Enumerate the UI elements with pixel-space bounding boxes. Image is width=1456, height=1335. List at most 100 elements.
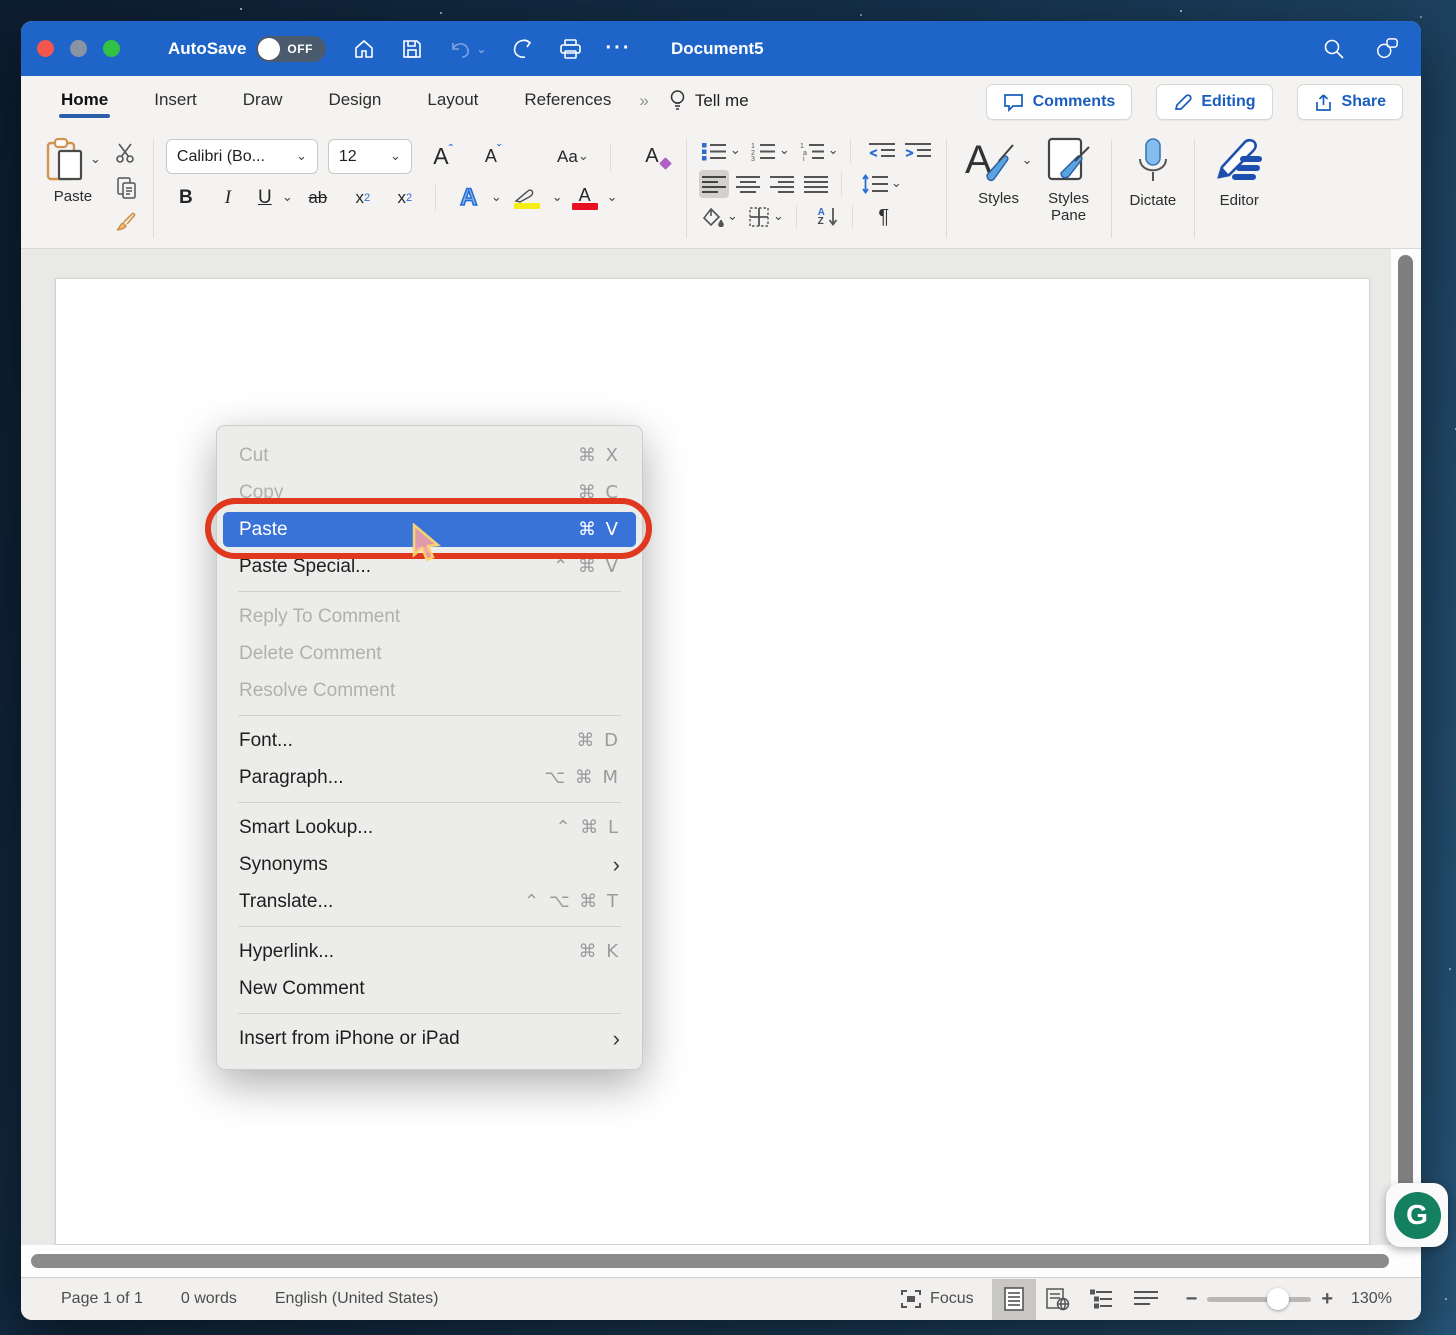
zoom-out-button[interactable]: −: [1186, 1288, 1198, 1311]
minimize-button[interactable]: [70, 40, 87, 57]
menu-item-synonyms[interactable]: Synonyms›: [217, 846, 642, 883]
tab-layout[interactable]: Layout: [427, 80, 478, 122]
menu-item-smart-lookup[interactable]: Smart Lookup...⌃ ⌘ L: [217, 809, 642, 846]
bullets-button[interactable]: ⌄: [699, 137, 744, 165]
copy-icon[interactable]: [113, 176, 139, 200]
account-presence-icon[interactable]: [1375, 37, 1399, 61]
shrink-font-button[interactable]: Aˇ: [474, 142, 512, 172]
paste-button[interactable]: ⌄ Paste: [39, 135, 107, 242]
highlight-chevron-icon[interactable]: ⌄: [552, 193, 563, 203]
menu-item-paragraph[interactable]: Paragraph...⌥ ⌘ M: [217, 759, 642, 796]
tab-home[interactable]: Home: [61, 80, 108, 122]
clear-formatting-button[interactable]: A: [630, 142, 674, 172]
menu-item-translate[interactable]: Translate...⌃ ⌥ ⌘ T: [217, 883, 642, 920]
undo-icon[interactable]: [448, 37, 472, 61]
italic-button[interactable]: I: [208, 183, 248, 213]
editor-button[interactable]: Editor: [1207, 135, 1271, 242]
word-count[interactable]: 0 words: [181, 1290, 237, 1308]
bold-button[interactable]: B: [166, 183, 206, 213]
close-button[interactable]: [37, 40, 54, 57]
font-name-select[interactable]: Calibri (Bo... ⌄: [166, 139, 318, 174]
comments-button[interactable]: Comments: [986, 84, 1133, 120]
grammarly-badge[interactable]: G: [1386, 1183, 1448, 1247]
share-button[interactable]: Share: [1297, 84, 1403, 120]
menu-separator: [238, 591, 621, 592]
underline-button[interactable]: U: [250, 183, 280, 213]
change-case-button[interactable]: Aa ⌄: [546, 142, 600, 172]
lightbulb-icon: [669, 89, 686, 112]
highlight-button[interactable]: [504, 183, 550, 213]
editing-mode-button[interactable]: Editing: [1156, 84, 1272, 120]
horizontal-scrollbar[interactable]: [31, 1254, 1389, 1268]
text-effects-chevron-icon[interactable]: ⌄: [491, 193, 502, 203]
line-spacing-chevron-icon: ⌄: [891, 179, 902, 189]
print-layout-icon: [1004, 1287, 1024, 1311]
draft-view-button[interactable]: [1124, 1279, 1168, 1320]
horizontal-scroll-track[interactable]: [21, 1245, 1421, 1277]
zoom-slider-knob[interactable]: [1267, 1288, 1289, 1310]
cut-icon[interactable]: [113, 141, 139, 165]
vertical-scroll-track[interactable]: [1391, 249, 1421, 1245]
menu-item-font[interactable]: Font...⌘ D: [217, 722, 642, 759]
grow-font-button[interactable]: Aˆ: [422, 142, 464, 172]
increase-indent-button[interactable]: [902, 137, 934, 165]
styles-pane-button[interactable]: StylesPane: [1039, 135, 1099, 242]
zoom-in-button[interactable]: +: [1321, 1288, 1333, 1311]
font-size-select[interactable]: 12 ⌄: [328, 139, 412, 174]
tab-overflow-chevron-icon[interactable]: »: [639, 91, 646, 111]
font-color-chevron-icon[interactable]: ⌄: [607, 193, 618, 203]
font-color-button[interactable]: A: [565, 183, 605, 213]
tab-draw[interactable]: Draw: [243, 80, 283, 122]
web-layout-view-button[interactable]: [1036, 1279, 1080, 1320]
tab-insert[interactable]: Insert: [154, 80, 197, 122]
zoom-slider[interactable]: [1207, 1297, 1311, 1302]
outline-view-button[interactable]: [1080, 1279, 1124, 1320]
save-icon[interactable]: [400, 37, 424, 61]
line-spacing-button[interactable]: ⌄: [859, 170, 905, 198]
focus-button[interactable]: Focus: [901, 1290, 974, 1308]
menu-item-hyperlink[interactable]: Hyperlink...⌘ K: [217, 933, 642, 970]
numbering-button[interactable]: 123 ⌄: [748, 137, 793, 165]
menu-item-insert-from-iphone-or-ipad[interactable]: Insert from iPhone or iPad›: [217, 1020, 642, 1057]
numbered-list-icon: 123: [751, 142, 776, 161]
font-name-chevron-icon: ⌄: [296, 152, 307, 162]
more-commands-icon[interactable]: ···: [606, 37, 630, 61]
search-icon[interactable]: [1321, 37, 1345, 61]
sort-button[interactable]: AZ: [813, 203, 843, 231]
strikethrough-button[interactable]: ab: [295, 183, 341, 213]
home-icon[interactable]: [352, 37, 376, 61]
multilevel-list-button[interactable]: 1ai ⌄: [797, 137, 842, 165]
print-icon[interactable]: [558, 37, 582, 61]
redo-icon[interactable]: [510, 37, 534, 61]
decrease-indent-button[interactable]: [866, 137, 898, 165]
align-right-button[interactable]: [767, 170, 797, 198]
page-count[interactable]: Page 1 of 1: [61, 1290, 143, 1308]
show-formatting-marks-button[interactable]: ¶: [869, 203, 899, 231]
eraser-icon: [659, 157, 672, 170]
underline-chevron-icon[interactable]: ⌄: [282, 193, 293, 203]
tab-references[interactable]: References: [524, 80, 611, 122]
print-layout-view-button[interactable]: [992, 1279, 1036, 1320]
language-indicator[interactable]: English (United States): [275, 1290, 439, 1308]
tell-me-button[interactable]: Tell me: [669, 89, 749, 112]
styles-button[interactable]: A ⌄ Styles: [959, 135, 1039, 242]
autosave-toggle[interactable]: OFF: [256, 36, 326, 62]
undo-menu-chevron-icon[interactable]: ⌄: [476, 42, 486, 56]
tab-design[interactable]: Design: [328, 80, 381, 122]
format-painter-icon[interactable]: [113, 210, 139, 234]
vertical-scrollbar[interactable]: [1398, 255, 1413, 1237]
borders-button[interactable]: ⌄: [745, 203, 787, 231]
dictate-button[interactable]: Dictate: [1124, 135, 1183, 242]
align-center-button[interactable]: [733, 170, 763, 198]
fullscreen-button[interactable]: [103, 40, 120, 57]
zoom-level[interactable]: 130%: [1351, 1290, 1399, 1308]
justify-button[interactable]: [801, 170, 831, 198]
highlighter-pen-icon: [514, 188, 540, 203]
web-layout-icon: [1046, 1287, 1070, 1311]
superscript-button[interactable]: x2: [385, 183, 425, 213]
subscript-button[interactable]: x2: [343, 183, 383, 213]
text-effects-button[interactable]: A: [449, 183, 489, 213]
align-left-button[interactable]: [699, 170, 729, 198]
menu-item-new-comment[interactable]: New Comment: [217, 970, 642, 1007]
shading-button[interactable]: ⌄: [699, 203, 741, 231]
